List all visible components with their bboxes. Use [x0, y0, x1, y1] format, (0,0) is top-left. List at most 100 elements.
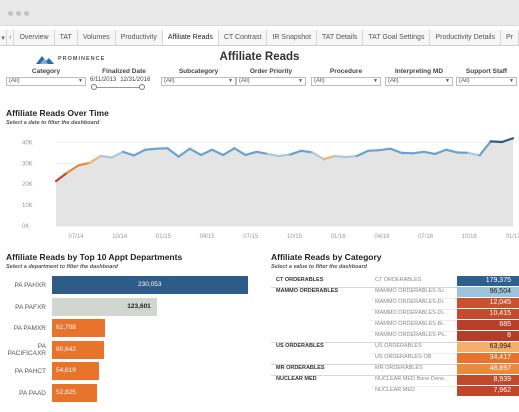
- series-line-segment[interactable]: [489, 140, 503, 144]
- dept-bar-value: 230,053: [138, 281, 162, 288]
- x-tick-label: 01/17: [505, 234, 519, 240]
- category-table-row[interactable]: MAMMO ORDERABLES-Di.. 10,415: [271, 309, 519, 320]
- date-range-slider[interactable]: [91, 84, 145, 90]
- dept-chart-title: Affiliate Reads by Top 10 Appt Departmen…: [6, 252, 183, 262]
- tab-prev-icon[interactable]: ‹: [7, 30, 15, 45]
- series-line-segment[interactable]: [411, 150, 425, 155]
- filter-interpreting-md-select[interactable]: (All) ▼: [385, 77, 453, 86]
- category-table-row[interactable]: US ORDERABLES US ORDERABLES 63,994: [271, 342, 519, 353]
- x-tick-label: 10/16: [462, 234, 478, 240]
- category-value-cell[interactable]: 8: [457, 331, 519, 341]
- filter-subcategory-value: (All): [164, 78, 175, 84]
- tab-ir-snapshot[interactable]: IR Snapshot: [267, 30, 318, 45]
- series-line-segment[interactable]: [378, 147, 392, 152]
- window-minimize-dot[interactable]: [16, 11, 21, 16]
- filter-category-value: (All): [9, 78, 20, 84]
- series-line-segment[interactable]: [99, 154, 113, 159]
- date-end-value[interactable]: 12/31/2016: [120, 77, 150, 83]
- x-tick-label: 07/14: [68, 234, 84, 240]
- filter-order-priority-select[interactable]: (All) ▼: [236, 77, 306, 86]
- tab-productivity-details[interactable]: Productivity Details: [430, 30, 501, 45]
- y-tick-label: 10K: [22, 203, 33, 209]
- tab-productivity[interactable]: Productivity: [116, 30, 163, 45]
- dept-bar-value: 52,825: [56, 389, 76, 396]
- category-table-row[interactable]: MR ORDERABLES MR ORDERABLES 48,897: [271, 364, 519, 375]
- filter-finalized-date: Finalized Date 6/11/2013 12/31/2016: [84, 68, 164, 90]
- row-divider: [371, 352, 457, 354]
- category-name: MAMMO ORDERABLES: [276, 288, 339, 294]
- category-table-row[interactable]: MAMMO ORDERABLES-Pk.. 8: [271, 331, 519, 342]
- filter-category: Category (All) ▼: [6, 68, 86, 86]
- line-chart[interactable]: 40K 30K 20K 10K 0K 07/14 10/14 01/15 04/15 07/15 1…: [0, 128, 519, 240]
- tab-tat-goal-settings[interactable]: TAT Goal Settings: [363, 30, 431, 45]
- series-line-segment[interactable]: [333, 154, 347, 159]
- tab-menu-icon[interactable]: ▾: [0, 30, 8, 45]
- dept-bar-chart: PA PAHXR 230,053 PA PAFXR 123,601 PA PAMXR 62…: [0, 275, 260, 412]
- category-table-row[interactable]: NUCLEAR MED 7,962: [271, 386, 519, 397]
- filter-support-staff-select[interactable]: (All) ▼: [456, 77, 517, 86]
- series-line-segment[interactable]: [344, 154, 359, 159]
- category-value-cell[interactable]: 685: [457, 320, 519, 330]
- tab-volumes[interactable]: Volumes: [78, 30, 116, 45]
- filter-date-label: Finalized Date: [102, 68, 146, 75]
- filter-subcategory-select[interactable]: (All) ▼: [161, 77, 236, 86]
- row-divider: [371, 319, 457, 321]
- x-tick-label: 04/16: [374, 234, 390, 240]
- y-tick-label: 0K: [22, 224, 29, 230]
- filter-subcategory-label: Subcategory: [178, 68, 219, 75]
- date-end-handle[interactable]: [139, 84, 145, 90]
- category-table-row[interactable]: US ORDERABLES-OB 34,417: [271, 353, 519, 364]
- category-value-cell[interactable]: 96,504: [457, 287, 519, 297]
- filter-procedure-select[interactable]: (All) ▼: [311, 77, 381, 86]
- category-table-row[interactable]: NUCLEAR MED NUCLEAR MED Bone Dens.. 8,939: [271, 375, 519, 386]
- window-close-dot[interactable]: [8, 11, 13, 16]
- subcategory-name: US ORDERABLES-OB: [375, 354, 432, 360]
- tab-pr[interactable]: Pr: [501, 30, 519, 45]
- subcategory-name: MAMMO ORDERABLES-Sc..: [375, 288, 448, 294]
- subcategory-name: MR ORDERABLES: [375, 365, 423, 371]
- tab-affiliate-reads[interactable]: Affiliate Reads: [162, 30, 219, 45]
- row-divider: [371, 308, 457, 310]
- tab-tat-details[interactable]: TAT Details: [317, 30, 364, 45]
- filter-procedure-value: (All): [314, 78, 325, 84]
- category-table-row[interactable]: MAMMO ORDERABLES-Bi.. 685: [271, 320, 519, 331]
- category-table-row[interactable]: CT ORDERABLES CT ORDERABLES 179,375: [271, 276, 519, 287]
- filter-category-select[interactable]: (All) ▼: [6, 77, 86, 86]
- date-start-handle[interactable]: [91, 84, 97, 90]
- chevron-down-icon: ▼: [228, 78, 233, 84]
- category-name: US ORDERABLES: [276, 343, 324, 349]
- filter-subcategory: Subcategory (All) ▼: [161, 68, 236, 86]
- group-divider: [271, 363, 457, 365]
- chevron-down-icon: ▼: [298, 78, 303, 84]
- series-line-segment[interactable]: [144, 147, 158, 151]
- subcategory-name: CT ORDERABLES: [375, 277, 422, 283]
- subcategory-name: NUCLEAR MED: [375, 387, 416, 393]
- tab-overview[interactable]: Overview: [14, 30, 55, 45]
- window-zoom-dot[interactable]: [24, 11, 29, 16]
- category-value-cell[interactable]: 8,939: [457, 375, 519, 385]
- category-value-cell[interactable]: 10,415: [457, 309, 519, 319]
- filter-support-staff-label: Support Staff: [465, 68, 508, 75]
- series-line-segment[interactable]: [366, 149, 381, 152]
- category-value-cell[interactable]: 48,897: [457, 364, 519, 374]
- filter-interpreting-md-value: (All): [388, 78, 399, 84]
- date-start-value[interactable]: 6/11/2013: [90, 77, 116, 83]
- tab-ct-contrast[interactable]: CT Contrast: [219, 30, 268, 45]
- series-line-segment[interactable]: [277, 153, 292, 158]
- tab-tat[interactable]: TAT: [55, 30, 78, 45]
- dept-category-label: PA PAFXR: [15, 303, 46, 311]
- category-value-cell[interactable]: 7,962: [457, 386, 519, 396]
- category-value-cell[interactable]: 179,375: [457, 276, 519, 286]
- category-table-row[interactable]: MAMMO ORDERABLES MAMMO ORDERABLES-Sc.. 96,…: [271, 287, 519, 298]
- subcategory-name: MAMMO ORDERABLES-Di..: [375, 299, 446, 305]
- category-value-cell[interactable]: 12,045: [457, 298, 519, 308]
- chevron-down-icon: ▼: [78, 78, 83, 84]
- category-value-cell[interactable]: 34,417: [457, 353, 519, 363]
- subcategory-name: MAMMO ORDERABLES-Bi..: [375, 321, 446, 327]
- filter-procedure-label: Procedure: [329, 68, 363, 75]
- filter-order-priority-value: (All): [239, 78, 250, 84]
- dept-category-label: PA PAAD: [19, 390, 46, 397]
- category-table-row[interactable]: MAMMO ORDERABLES-Di.. 12,045: [271, 298, 519, 309]
- x-tick-label: 01/16: [331, 234, 347, 240]
- category-value-cell[interactable]: 63,994: [457, 342, 519, 352]
